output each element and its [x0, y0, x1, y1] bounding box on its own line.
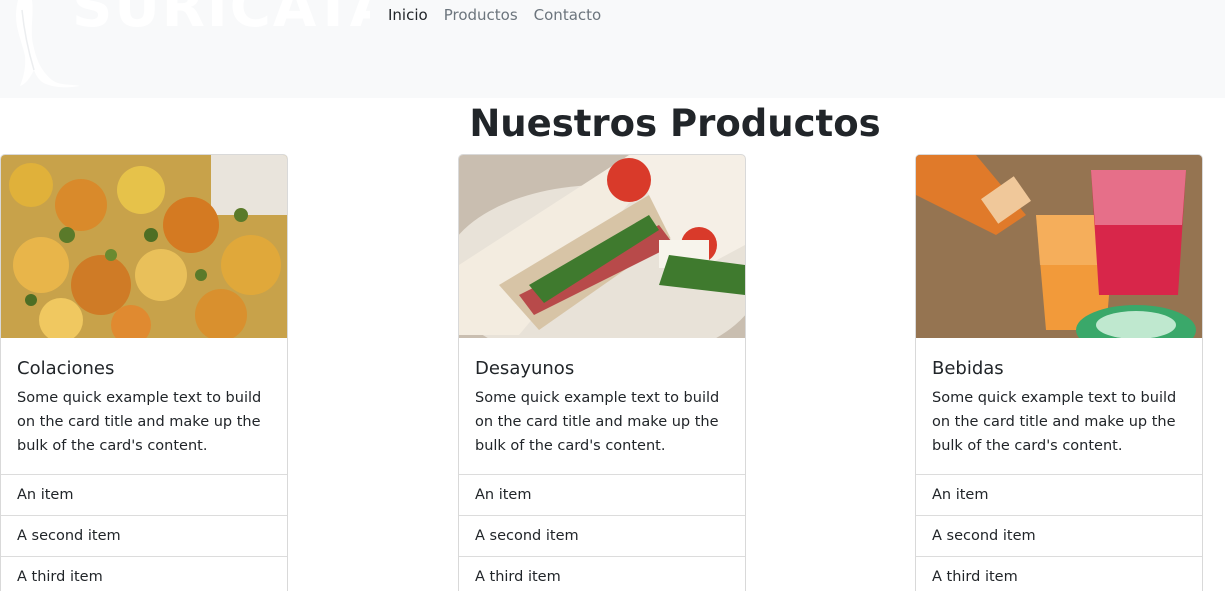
- list-item: An item: [1, 475, 287, 516]
- nav-links: Inicio Productos Contacto: [388, 4, 601, 26]
- list-item: A second item: [916, 516, 1202, 557]
- page-title: Nuestros Productos: [469, 102, 881, 145]
- card-list: An item A second item A third item: [459, 474, 745, 591]
- product-card-colaciones: Colaciones Some quick example text to bu…: [0, 154, 288, 591]
- brand-name: SURICATA: [72, 0, 370, 40]
- product-card-bebidas: Bebidas Some quick example text to build…: [915, 154, 1203, 591]
- product-card-desayunos: Desayunos Some quick example text to bui…: [458, 154, 746, 591]
- card-list: An item A second item A third item: [1, 474, 287, 591]
- card-text: Some quick example text to build on the …: [475, 390, 720, 454]
- list-item: An item: [916, 475, 1202, 516]
- list-item: A third item: [916, 557, 1202, 591]
- brand-logo[interactable]: SURICATA: [0, 0, 370, 98]
- list-item: A second item: [459, 516, 745, 557]
- card-title: Desayunos: [475, 358, 575, 379]
- drinks-image: [916, 155, 1202, 338]
- list-item: An item: [459, 475, 745, 516]
- card-text: Some quick example text to build on the …: [932, 390, 1177, 454]
- list-item: A third item: [1, 557, 287, 591]
- nav-link-contacto[interactable]: Contacto: [534, 4, 602, 26]
- card-title: Colaciones: [17, 358, 115, 379]
- list-item: A third item: [459, 557, 745, 591]
- nav-link-inicio[interactable]: Inicio: [388, 4, 428, 26]
- card-title: Bebidas: [932, 358, 1004, 379]
- navbar: SURICATA Inicio Productos Contacto: [0, 0, 1225, 98]
- nav-link-productos[interactable]: Productos: [444, 4, 518, 26]
- card-text: Some quick example text to build on the …: [17, 390, 262, 454]
- list-item: A second item: [1, 516, 287, 557]
- food-stew-image: [1, 155, 287, 338]
- card-list: An item A second item A third item: [916, 474, 1202, 591]
- sandwich-image: [459, 155, 745, 338]
